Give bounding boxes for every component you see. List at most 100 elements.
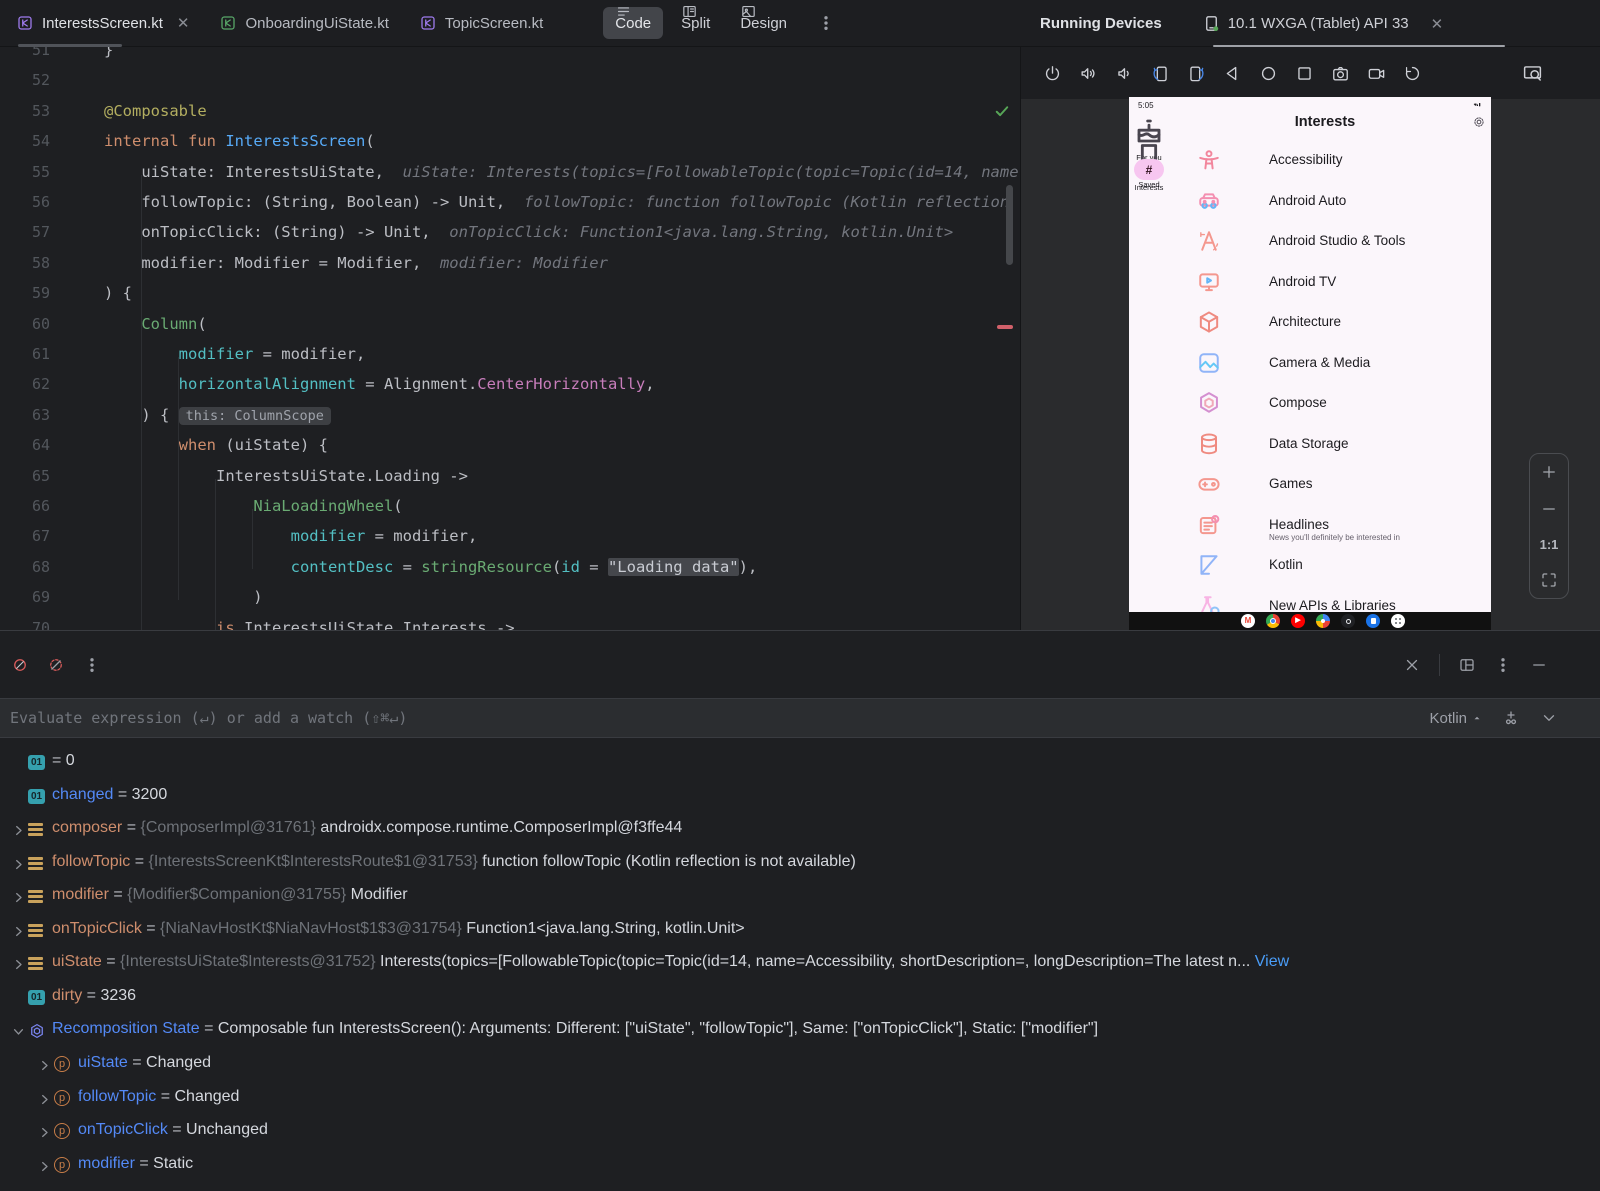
layout-settings-icon[interactable] <box>1458 656 1476 674</box>
inspections-ok-icon[interactable] <box>993 102 1011 120</box>
zoom-fit-icon[interactable] <box>1540 571 1558 589</box>
restart-icon[interactable] <box>1403 64 1422 83</box>
variable-segment: = <box>122 819 140 836</box>
variable-segment: Recomposition State <box>52 1020 200 1037</box>
variable-row[interactable]: puiState = Changed <box>0 1053 1600 1079</box>
camera-icon[interactable] <box>1331 64 1350 83</box>
variable-row[interactable]: 01dirty = 3236 <box>0 986 1600 1012</box>
view-mode-code[interactable]: Code <box>603 7 663 39</box>
settings-gear-icon[interactable] <box>1472 115 1486 129</box>
photos-app-icon[interactable] <box>1316 614 1330 628</box>
editor-scrollbar[interactable] <box>1006 185 1013 265</box>
chevron-collapsed-icon[interactable] <box>36 1091 53 1108</box>
code-token: = modifier, <box>253 345 365 363</box>
add-watch-icon[interactable] <box>1502 709 1520 727</box>
all-apps-app-icon[interactable] <box>1391 614 1405 628</box>
code-line: horizontalAlignment = Alignment.CenterHo… <box>0 369 1019 399</box>
rotate-right-icon[interactable] <box>1187 64 1206 83</box>
debug-options-icon[interactable] <box>1494 656 1512 674</box>
variable-row[interactable]: modifier = {Modifier$Companion@31755} Mo… <box>0 885 1600 911</box>
chevron-collapsed-icon[interactable] <box>36 1158 53 1175</box>
editor-tab[interactable]: TopicScreen.kt <box>403 0 557 46</box>
youtube-app-icon[interactable]: ▶ <box>1291 614 1305 628</box>
zoom-in-icon[interactable] <box>1540 463 1558 481</box>
overview-icon[interactable] <box>1295 64 1314 83</box>
mute-breakpoints-icon[interactable] <box>47 656 65 674</box>
more-icon[interactable] <box>1439 64 1458 83</box>
volume-up-icon[interactable] <box>1079 64 1098 83</box>
variable-row[interactable]: followTopic = {InterestsScreenKt$Interes… <box>0 852 1600 878</box>
device-mirror-icon[interactable] <box>1522 63 1543 84</box>
variable-segment: Changed <box>175 1088 240 1105</box>
variable-row[interactable]: 01= 0 <box>0 751 1600 777</box>
code-line: ) { <box>0 278 1019 308</box>
home-icon[interactable] <box>1259 64 1278 83</box>
chevron-collapsed-icon[interactable] <box>36 1057 53 1074</box>
variable-row[interactable]: pfollowTopic = Changed <box>0 1087 1600 1113</box>
variable-segment: androidx.compose.runtime.ComposerImpl@f3… <box>320 819 682 836</box>
topic-name: Data Storage <box>1269 436 1349 451</box>
chrome-app-icon[interactable] <box>1266 614 1280 628</box>
back-icon[interactable] <box>1223 64 1242 83</box>
code-line: ) { this: ColumnScope <box>0 400 1019 430</box>
evaluate-expression-bar[interactable]: Evaluate expression (↵) or add a watch (… <box>0 698 1600 738</box>
editor-more-icon[interactable] <box>817 14 835 32</box>
code-editor[interactable]: 51}5253@Composable54internal fun Interes… <box>0 47 1019 630</box>
code-token <box>104 315 141 333</box>
breakpoint-icon[interactable] <box>11 656 29 674</box>
evaluate-expression-input[interactable]: Evaluate expression (↵) or add a watch (… <box>0 709 407 727</box>
zoom-ratio-button[interactable]: 1:1 <box>1540 537 1559 552</box>
files-app-app-icon[interactable] <box>1366 614 1380 628</box>
view-mode-split[interactable]: Split <box>669 7 722 39</box>
nav-label: Interests <box>1129 183 1169 192</box>
chevron-collapsed-icon[interactable] <box>10 822 27 839</box>
variable-row[interactable]: 01changed = 3200 <box>0 785 1600 811</box>
power-icon[interactable] <box>1043 64 1062 83</box>
chevron-collapsed-icon[interactable] <box>10 923 27 940</box>
tab-close-icon[interactable]: ✕ <box>177 14 190 32</box>
editor-tab[interactable]: InterestsScreen.kt✕ <box>0 0 203 46</box>
code-token <box>104 527 291 545</box>
chevron-expanded-icon[interactable] <box>10 1023 27 1040</box>
variable-text: changed = 3200 <box>52 786 167 804</box>
chevron-collapsed-icon[interactable] <box>10 956 27 973</box>
error-stripe-mark <box>997 325 1013 329</box>
rotate-left-icon[interactable] <box>1151 64 1170 83</box>
code-token: = <box>393 558 421 576</box>
variable-row[interactable]: pmodifier = Static <box>0 1154 1600 1180</box>
zoom-out-icon[interactable] <box>1540 500 1558 518</box>
variable-row[interactable]: ponTopicClick = Unchanged <box>0 1120 1600 1146</box>
emulator-screen[interactable]: 5:05 For youSaved#Interests Interests Ac… <box>1129 97 1491 630</box>
volume-down-icon[interactable] <box>1115 64 1134 83</box>
status-bar-icons <box>1469 101 1485 109</box>
topic-subtitle: News you'll definitely be interested in <box>1269 533 1400 542</box>
chevron-collapsed-icon[interactable] <box>36 1124 53 1141</box>
code-token: stringResource <box>421 558 552 576</box>
chevron-collapsed-icon[interactable] <box>10 889 27 906</box>
minimize-icon[interactable] <box>1530 656 1548 674</box>
device-tab-close-icon[interactable]: ✕ <box>1431 15 1444 33</box>
code-line: uiState: InterestsUiState, uiState: Inte… <box>0 157 1019 187</box>
screen-record-icon[interactable] <box>1367 64 1386 83</box>
view-link[interactable]: View <box>1255 953 1289 970</box>
variable-row[interactable]: composer = {ComposerImpl@31761} androidx… <box>0 818 1600 844</box>
code-line: NiaLoadingWheel( <box>0 491 1019 521</box>
topic-name: Android Studio & Tools <box>1269 233 1405 248</box>
status-bar-clock: 5:05 <box>1138 101 1154 110</box>
variable-row[interactable]: uiState = {InterestsUiState$Interests@31… <box>0 952 1600 978</box>
editor-tab[interactable]: OnboardingUiState.kt <box>203 0 402 46</box>
device-tab[interactable]: 10.1 WXGA (Tablet) API 33 <box>1202 14 1409 33</box>
language-selector[interactable]: Kotlin <box>1429 710 1482 727</box>
chevron-down-icon[interactable] <box>1540 709 1558 727</box>
variable-segment: {NiaNavHostKt$NiaNavHost$1$3@31754} <box>160 920 466 937</box>
code-token: internal fun <box>104 132 225 150</box>
debug-more-icon[interactable] <box>83 656 101 674</box>
variable-row[interactable]: Recomposition State = Composable fun Int… <box>0 1019 1600 1045</box>
variable-row[interactable]: onTopicClick = {NiaNavHostKt$NiaNavHost$… <box>0 919 1600 945</box>
camera-app-app-icon[interactable] <box>1341 614 1355 628</box>
code-token: horizontalAlignment <box>179 375 356 393</box>
gmail-app-icon[interactable]: M <box>1241 614 1255 628</box>
chevron-collapsed-icon[interactable] <box>10 856 27 873</box>
close-icon[interactable] <box>1403 656 1421 674</box>
view-mode-design[interactable]: Design <box>728 7 799 39</box>
